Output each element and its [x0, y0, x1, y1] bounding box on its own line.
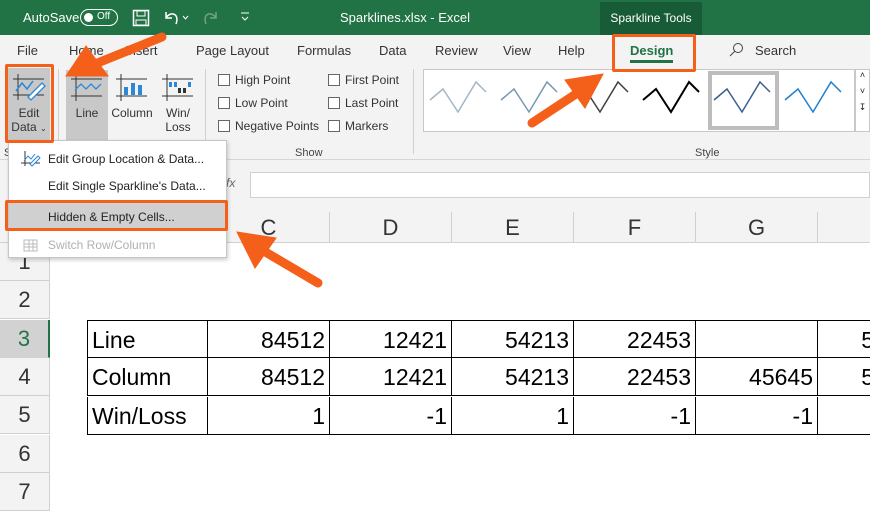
column-header[interactable]: [818, 212, 870, 243]
scroll-down-icon[interactable]: ˅: [856, 86, 869, 96]
table-cell-label[interactable]: Win/Loss: [87, 396, 208, 435]
tab-help[interactable]: Help: [558, 43, 585, 58]
window-title: Sparklines.xlsx - Excel: [340, 10, 471, 25]
table-cell[interactable]: -1: [574, 396, 696, 435]
table-cell[interactable]: [696, 320, 818, 358]
table-cell[interactable]: 1: [452, 396, 574, 435]
tab-file[interactable]: File: [17, 43, 38, 58]
table-cell-label[interactable]: Column: [87, 358, 208, 397]
table-cell[interactable]: 1: [208, 396, 330, 435]
row-header[interactable]: 4: [0, 357, 50, 396]
tab-insert[interactable]: Insert: [125, 43, 158, 58]
winloss-sparkline-icon: [162, 74, 193, 101]
style-swatch[interactable]: [500, 80, 558, 114]
first-point-checkbox[interactable]: First Point: [328, 73, 399, 87]
menu-item-edit-single-sparkline[interactable]: Edit Single Sparkline's Data...: [9, 172, 226, 198]
sparkline-tools-context: Sparkline Tools: [600, 2, 702, 35]
tab-data[interactable]: Data: [379, 43, 406, 58]
table-cell[interactable]: 84512: [208, 358, 330, 397]
edit-data-highlight: [5, 64, 54, 143]
formula-input[interactable]: [250, 172, 870, 198]
style-swatch[interactable]: [571, 80, 629, 114]
type-winloss-button[interactable]: Win/ Loss: [158, 70, 198, 134]
gallery-scroll[interactable]: ˄ ˅ ↧: [855, 69, 870, 132]
row-header[interactable]: 7: [0, 472, 50, 511]
tab-page-layout[interactable]: Page Layout: [196, 43, 269, 58]
save-icon[interactable]: [132, 9, 150, 27]
hidden-empty-cells-highlight: [5, 200, 228, 231]
markers-checkbox[interactable]: Markers: [328, 119, 388, 133]
edit-sparkline-icon: [21, 151, 41, 167]
style-group-label: Style: [695, 147, 720, 159]
table-cell[interactable]: -1: [330, 396, 452, 435]
scroll-up-icon[interactable]: ˄: [856, 70, 869, 80]
last-point-checkbox[interactable]: Last Point: [328, 96, 398, 110]
style-swatch[interactable]: [642, 80, 700, 114]
style-gallery[interactable]: [423, 69, 855, 132]
column-sparkline-icon: [116, 74, 147, 101]
customize-qat-icon[interactable]: [240, 11, 250, 23]
title-bar: AutoSave Off Sparklines.xlsx - Excel Spa…: [0, 0, 870, 35]
table-cell[interactable]: 54213: [452, 320, 574, 358]
line-sparkline-icon: [71, 74, 102, 101]
design-tab-highlight: [612, 34, 696, 72]
tab-review[interactable]: Review: [435, 43, 478, 58]
show-group-label: Show: [295, 147, 323, 159]
menu-item-switch-row-column: Switch Row/Column: [9, 231, 226, 257]
table-cell-label[interactable]: Line: [87, 320, 208, 358]
table-cell[interactable]: 54213: [452, 358, 574, 397]
row-header[interactable]: 3: [0, 319, 50, 358]
table-cell[interactable]: 5: [818, 320, 870, 358]
table-cell[interactable]: 84512: [208, 320, 330, 358]
menu-item-edit-group-location[interactable]: Edit Group Location & Data...: [9, 145, 226, 171]
column-header[interactable]: E: [452, 212, 574, 243]
table-cell[interactable]: 5: [818, 358, 870, 397]
table-cell[interactable]: 12421: [330, 358, 452, 397]
row-header[interactable]: 6: [0, 434, 50, 473]
type-column-button[interactable]: Column: [110, 70, 154, 120]
table-cell[interactable]: [818, 397, 870, 435]
more-styles-icon[interactable]: ↧: [856, 102, 869, 113]
tab-view[interactable]: View: [503, 43, 531, 58]
autosave-label: AutoSave: [23, 10, 80, 25]
ribbon-tabs: File Home Insert Page Layout Formulas Da…: [0, 35, 870, 65]
row-header[interactable]: 5: [0, 396, 50, 435]
fx-icon[interactable]: fx: [226, 176, 235, 190]
column-header[interactable]: F: [574, 212, 696, 243]
high-point-checkbox[interactable]: High Point: [218, 73, 290, 87]
style-swatch[interactable]: [713, 80, 771, 114]
autosave-toggle[interactable]: Off: [80, 9, 118, 26]
switch-row-column-icon: [23, 239, 38, 252]
style-swatch[interactable]: [429, 80, 487, 114]
undo-icon[interactable]: [162, 9, 190, 27]
table-cell[interactable]: -1: [696, 396, 818, 435]
redo-icon: [204, 12, 217, 25]
table-cell[interactable]: 22453: [574, 320, 696, 358]
column-header[interactable]: D: [330, 212, 452, 243]
search-label[interactable]: Search: [755, 43, 796, 58]
table-cell[interactable]: 12421: [330, 320, 452, 358]
table-cell[interactable]: 22453: [574, 358, 696, 397]
column-header[interactable]: G: [696, 212, 818, 243]
tab-home[interactable]: Home: [69, 43, 104, 58]
search-icon[interactable]: [728, 42, 744, 58]
arrow-to-hidden-empty-cells: [257, 245, 323, 288]
tab-formulas[interactable]: Formulas: [297, 43, 351, 58]
low-point-checkbox[interactable]: Low Point: [218, 96, 288, 110]
edit-data-dropdown-menu: Edit Group Location & Data... Edit Singl…: [8, 140, 227, 258]
table-cell[interactable]: 45645: [696, 358, 818, 397]
row-header[interactable]: 2: [0, 281, 50, 320]
style-swatch[interactable]: [784, 80, 842, 114]
negative-points-checkbox[interactable]: Negative Points: [218, 119, 319, 133]
